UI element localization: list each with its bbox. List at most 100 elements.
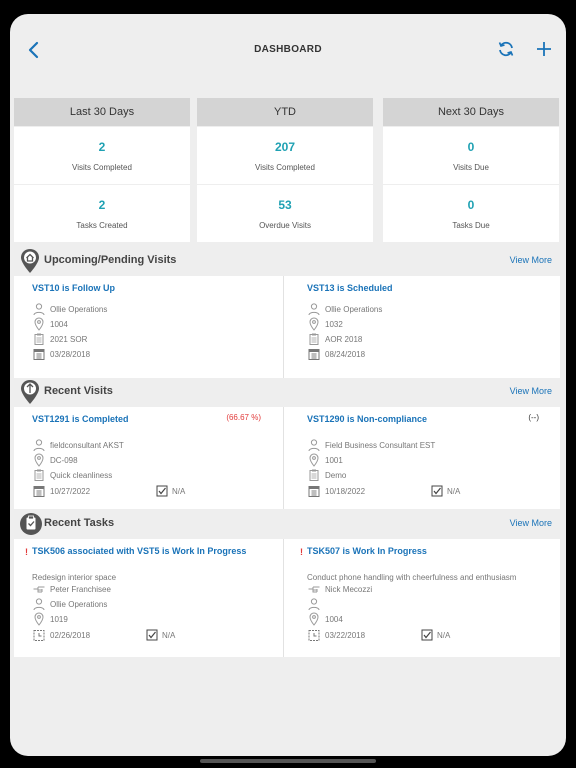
stat-visits-completed[interactable]: 207 Visits Completed xyxy=(197,127,373,184)
form-row: Demo xyxy=(307,468,346,482)
stat-value: 207 xyxy=(274,139,296,154)
date-row: 03/28/2018 xyxy=(32,347,90,361)
map-pin-icon xyxy=(34,317,44,331)
pointing-hand-icon xyxy=(33,586,45,593)
user-icon xyxy=(33,439,45,452)
visit-date: 03/28/2018 xyxy=(50,349,91,359)
recent-visits-header: Recent Visits View More xyxy=(14,379,560,405)
user-icon xyxy=(308,598,320,611)
clipboard-icon xyxy=(309,469,319,481)
task-date: 03/22/2018 xyxy=(325,630,366,640)
visit-card[interactable]: VST10 is Follow Up Ollie Operations 1004… xyxy=(14,276,284,378)
location-id: 1004 xyxy=(50,319,68,329)
visit-title[interactable]: VST1291 is Completed xyxy=(32,414,129,424)
checklist-status: N/A xyxy=(146,628,175,642)
visit-score: (--) xyxy=(528,413,539,422)
stat-value: 2 xyxy=(98,197,106,212)
user-name: Field Business Consultant EST xyxy=(325,440,436,450)
location-row: 1004 xyxy=(32,317,68,331)
calendar-clock-icon xyxy=(308,630,320,641)
stat-label: Tasks Created xyxy=(76,220,128,230)
task-card[interactable]: ! TSK507 is Work In Progress Conduct pho… xyxy=(289,539,559,657)
task-description: Redesign interior space xyxy=(32,573,117,582)
form-name: Quick cleanliness xyxy=(50,470,113,480)
stat-value: 0 xyxy=(467,197,475,212)
visit-title[interactable]: VST1290 is Non-compliance xyxy=(307,414,427,424)
clipboard-icon xyxy=(34,469,44,481)
stats-ytd: YTD 207 Visits Completed 53 Overdue Visi… xyxy=(197,98,373,242)
stat-tasks-created[interactable]: 2 Tasks Created xyxy=(14,185,190,242)
stat-visits-completed[interactable]: 2 Visits Completed xyxy=(14,127,190,184)
recent-tasks-header: Recent Tasks View More xyxy=(14,511,560,537)
priority-flag: ! xyxy=(25,547,28,557)
visit-score: (66.67 %) xyxy=(226,413,261,422)
location-id: 1004 xyxy=(325,614,343,624)
view-more-link[interactable]: View More xyxy=(510,255,552,265)
stats-next-30-days: Next 30 Days 0 Visits Due 0 Tasks Due xyxy=(383,98,559,242)
task-title[interactable]: TSK506 associated with VST5 is Work In P… xyxy=(32,546,246,556)
location-pin-icon xyxy=(21,380,39,404)
user-name: Ollie Operations xyxy=(50,304,108,314)
map-pin-icon xyxy=(34,612,44,626)
visit-title[interactable]: VST13 is Scheduled xyxy=(307,283,393,293)
checklist-status: N/A xyxy=(421,628,450,642)
form-row: Quick cleanliness xyxy=(32,468,112,482)
visit-date: 10/27/2022 xyxy=(50,486,91,496)
recent-visits-list: VST1291 is Completed (66.67 %) fieldcons… xyxy=(14,407,560,509)
date-row: 10/18/2022 xyxy=(307,484,365,498)
visit-date: 10/18/2022 xyxy=(325,486,366,496)
checkbox-checked-icon xyxy=(431,485,443,497)
checkbox-checked-icon xyxy=(146,629,158,641)
calendar-clock-icon xyxy=(33,630,45,641)
form-row: AOR 2018 xyxy=(307,332,362,346)
top-bar: DASHBOARD xyxy=(10,14,566,88)
upcoming-visits-header: Upcoming/Pending Visits View More xyxy=(14,248,560,274)
refresh-icon[interactable] xyxy=(496,39,516,59)
calendar-icon xyxy=(308,486,320,497)
visit-card[interactable]: VST1290 is Non-compliance (--) Field Bus… xyxy=(289,407,559,509)
stat-overdue-visits[interactable]: 53 Overdue Visits xyxy=(197,185,373,242)
add-icon[interactable] xyxy=(534,39,554,59)
calendar-icon xyxy=(33,486,45,497)
checklist-value: N/A xyxy=(447,486,461,496)
form-row: 2021 SOR xyxy=(32,332,87,346)
checklist-value: N/A xyxy=(437,630,451,640)
date-row: 08/24/2018 xyxy=(307,347,365,361)
visit-card[interactable]: VST1291 is Completed (66.67 %) fieldcons… xyxy=(14,407,284,509)
user-icon xyxy=(308,303,320,316)
location-id: 1019 xyxy=(50,614,68,624)
stats-period-label: YTD xyxy=(197,98,373,126)
stat-label: Visits Completed xyxy=(72,162,132,172)
user-name: Ollie Operations xyxy=(50,599,108,609)
user-row: Ollie Operations xyxy=(307,302,382,316)
date-row: 02/26/2018 xyxy=(32,628,90,642)
stat-visits-due[interactable]: 0 Visits Due xyxy=(383,127,559,184)
location-row: 1032 xyxy=(307,317,343,331)
location-id: 1001 xyxy=(325,455,343,465)
task-card[interactable]: ! TSK506 associated with VST5 is Work In… xyxy=(14,539,284,657)
section-title: Recent Visits xyxy=(44,385,113,397)
user-row: Ollie Operations xyxy=(32,597,107,611)
user-icon xyxy=(308,439,320,452)
visit-card[interactable]: VST13 is Scheduled Ollie Operations 1032… xyxy=(289,276,559,378)
priority-flag: ! xyxy=(300,547,303,557)
user-name: fieldconsultant AKST xyxy=(50,440,124,450)
view-more-link[interactable]: View More xyxy=(510,386,552,396)
stat-value: 2 xyxy=(98,139,106,154)
stats-period-label: Next 30 Days xyxy=(383,98,559,126)
page-title: DASHBOARD xyxy=(254,44,322,55)
stat-label: Visits Due xyxy=(453,162,489,172)
home-indicator xyxy=(200,759,376,763)
task-title[interactable]: TSK507 is Work In Progress xyxy=(307,546,427,556)
location-row: 1001 xyxy=(307,453,343,467)
form-name: Demo xyxy=(325,470,347,480)
stat-value: 0 xyxy=(467,139,475,154)
view-more-link[interactable]: View More xyxy=(510,518,552,528)
form-name: AOR 2018 xyxy=(325,334,363,344)
visit-date: 08/24/2018 xyxy=(325,349,366,359)
calendar-icon xyxy=(308,349,320,360)
user-row xyxy=(307,597,325,611)
stat-tasks-due[interactable]: 0 Tasks Due xyxy=(383,185,559,242)
visit-title[interactable]: VST10 is Follow Up xyxy=(32,283,115,293)
map-pin-icon xyxy=(309,317,319,331)
